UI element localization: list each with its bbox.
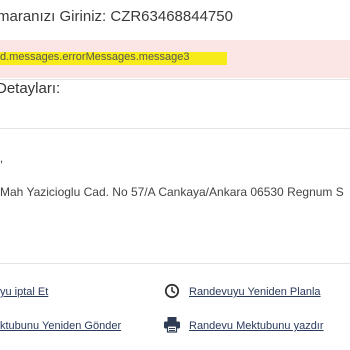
divider-details: [0, 128, 350, 129]
address-text: Mah Yazicioglu Cad. No 57/A Cankaya/Anka…: [0, 185, 344, 199]
reschedule-appointment-link[interactable]: Randevuyu Yeniden Planla: [189, 286, 321, 298]
clock-icon: [164, 283, 180, 299]
order-number-text: maranızı Giriniz: CZR63468844750: [0, 8, 233, 25]
details-title: Detayları:: [0, 80, 61, 97]
printer-icon: [164, 317, 180, 333]
details-bullet: ,: [0, 153, 4, 165]
cancel-appointment-link[interactable]: yu iptal Et: [0, 286, 48, 298]
order-number-label: maranızı Giriniz: CZR63468844750: [0, 8, 233, 25]
resend-letter-link[interactable]: ktubunu Yeniden Gönder: [0, 320, 121, 332]
print-letter-link[interactable]: Randevu Mektubunu yazdır: [189, 320, 324, 332]
divider-actions: [0, 263, 350, 264]
error-banner: d.messages.errorMessages.message3: [0, 40, 350, 78]
error-message: d.messages.errorMessages.message3: [0, 51, 190, 63]
appointment-page: maranızı Giriniz: CZR63468844750 d.messa…: [0, 0, 350, 350]
